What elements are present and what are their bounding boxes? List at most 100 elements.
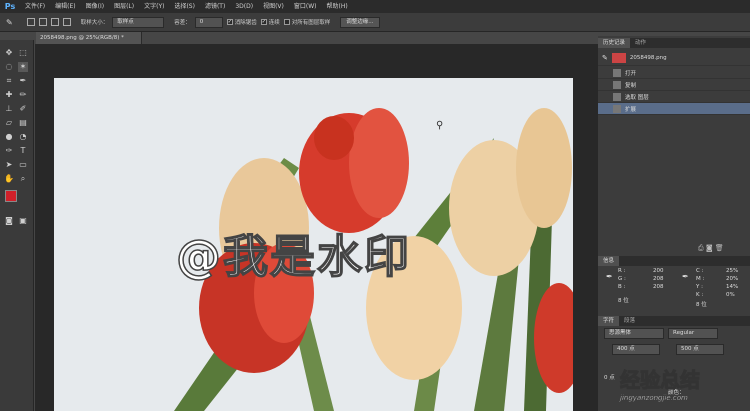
shape-tool-icon[interactable]: ▭ [18,160,28,170]
leading-input[interactable]: 500 点 [676,344,724,355]
screen-mode-icon[interactable]: ▣ [18,216,28,226]
crop-tool-icon[interactable]: ⌗ [4,76,14,86]
hand-tool-icon[interactable]: ✋ [4,174,14,184]
menu-help[interactable]: 帮助(H) [322,0,353,13]
contiguous-label: 连续 [268,20,280,26]
history-step-icon [613,92,621,101]
options-bar: ✎ 取样大小： 取样点 容差： 0 ✓ 消除锯齿 ✓ 连续 对所有图层取样 调整边缘… [0,13,750,32]
menu-filter[interactable]: 滤镜(T) [200,0,230,13]
history-brush-tool-icon[interactable]: ✐ [18,104,28,114]
menu-file[interactable]: 文件(F) [20,0,50,13]
info-bit-right: 8 位 [696,302,707,308]
zoom-tool-icon[interactable]: ⌕ [18,174,28,184]
info-b-label: B : [618,284,626,290]
tolerance-label: 容差： [174,20,191,26]
info-bit-left: 8 位 [618,298,629,304]
tab-info[interactable]: 信息 [598,256,620,266]
eyedropper-icon: ✒ [606,272,613,281]
subtract-selection-icon[interactable] [50,18,59,26]
font-style-select[interactable]: Regular [668,328,718,339]
foreground-color-swatch[interactable] [5,190,17,202]
new-selection-icon[interactable] [26,18,35,26]
magic-wand-icon[interactable]: ✎ [6,18,13,27]
history-item[interactable]: 打开 [598,67,750,79]
eyedropper-tool-icon[interactable]: ✒ [18,76,28,86]
document-tab[interactable]: 2058498.png @ 25%(RGB/8) * [36,32,142,44]
tab-paragraph[interactable]: 段落 [619,316,640,326]
info-b-value: 208 [653,284,664,290]
menu-edit[interactable]: 编辑(E) [50,0,80,13]
history-item-active[interactable]: 扩展 [598,103,750,115]
character-panel-tabs: 字符 段落 [598,316,750,326]
history-item-label: 选取 图层 [625,94,649,101]
lasso-tool-icon[interactable]: ◌ [4,62,14,72]
history-panel-tabs: 历史记录 动作 [598,38,750,48]
history-item[interactable]: 选取 图层 [598,91,750,103]
app-logo: Ps [4,2,16,11]
tracking-value[interactable]: 0 点 [604,373,615,381]
type-tool-icon[interactable]: T [18,146,28,156]
history-item[interactable]: 复制 [598,79,750,91]
menu-3d[interactable]: 3D(D) [230,0,258,13]
all-layers-checkbox[interactable]: 对所有图层取样 [283,18,331,26]
tools-panel: ✥ ⬚ ◌ ✶ ⌗ ✒ ✚ ✏ ⊥ ✐ ▱ ▤ ● ◔ ✑ T ➤ ▭ ✋ ⌕ … [0,40,34,411]
eraser-tool-icon[interactable]: ▱ [4,118,14,128]
intersect-selection-icon[interactable] [62,18,71,26]
history-item-label: 复制 [625,82,637,89]
quick-mask-icon[interactable]: ◙ [4,216,14,226]
info-panel-tabs: 信息 [598,256,750,266]
dodge-tool-icon[interactable]: ◔ [18,132,28,142]
refine-edge-button[interactable]: 调整边缘... [340,16,380,28]
font-size-input[interactable]: 400 点 [612,344,660,355]
sample-size-select[interactable]: 取样点 [112,16,165,28]
gradient-tool-icon[interactable]: ▤ [18,118,28,128]
watermark-text: @我是水印 [175,229,412,284]
document-canvas[interactable]: ⚲ @我是水印 [54,78,573,411]
menu-window[interactable]: 窗口(W) [289,0,322,13]
wand-cursor-icon: ⚲ [436,120,443,131]
tolerance-input[interactable]: 0 [194,16,223,28]
move-tool-icon[interactable]: ✥ [4,48,14,58]
tab-character[interactable]: 字符 [598,316,620,326]
snapshot-label: 2058498.png [629,54,667,61]
info-m-value: 20% [726,276,739,282]
brush-icon: ✎ [602,53,608,62]
site-watermark: 经验总结 jingyanzongjie.com [620,364,750,411]
history-snapshot[interactable]: ✎ 2058498.png [598,50,750,66]
info-r-label: R : [618,268,626,274]
path-select-tool-icon[interactable]: ➤ [4,160,14,170]
menu-view[interactable]: 视图(V) [258,0,289,13]
menu-select[interactable]: 选择(S) [169,0,200,13]
tab-history[interactable]: 历史记录 [598,38,631,48]
menu-bar: Ps 文件(F) 编辑(E) 图像(I) 图层(L) 文字(Y) 选择(S) 滤… [0,0,750,13]
history-step-icon [613,104,621,113]
info-c-value: 25% [726,268,739,274]
blur-tool-icon[interactable]: ● [4,132,14,142]
add-selection-icon[interactable] [38,18,47,26]
document-tab-title: 2058498.png @ 25%(RGB/8) * [40,35,124,41]
healing-tool-icon[interactable]: ✚ [4,90,14,100]
history-footer-icons[interactable]: ⎙ ◙ 🗑 [698,244,724,253]
stamp-tool-icon[interactable]: ⊥ [4,104,14,114]
info-m-label: M : [696,276,705,282]
menu-image[interactable]: 图像(I) [81,0,109,13]
brush-tool-icon[interactable]: ✏ [18,90,28,100]
tab-actions[interactable]: 动作 [630,38,651,48]
menu-type[interactable]: 文字(Y) [139,0,169,13]
menu-layer[interactable]: 图层(L) [109,0,139,13]
font-family-select[interactable]: 思源黑体 [604,328,664,339]
magic-wand-tool-icon[interactable]: ✶ [18,62,28,72]
pen-tool-icon[interactable]: ✑ [4,146,14,156]
info-g-value: 208 [653,276,664,282]
marquee-tool-icon[interactable]: ⬚ [18,48,28,58]
info-y-label: Y : [696,284,703,290]
all-layers-label: 对所有图层取样 [291,20,331,26]
eyedropper-icon: ✒ [682,272,689,281]
history-step-icon [613,80,621,89]
history-step-icon [613,68,621,77]
site-watermark-title: 经验总结 [620,368,701,393]
info-k-label: K : [696,292,704,298]
sample-size-label: 取样大小： [80,20,109,26]
contiguous-checkbox[interactable]: ✓ 连续 [260,18,280,26]
anti-alias-checkbox[interactable]: ✓ 消除锯齿 [226,18,257,26]
